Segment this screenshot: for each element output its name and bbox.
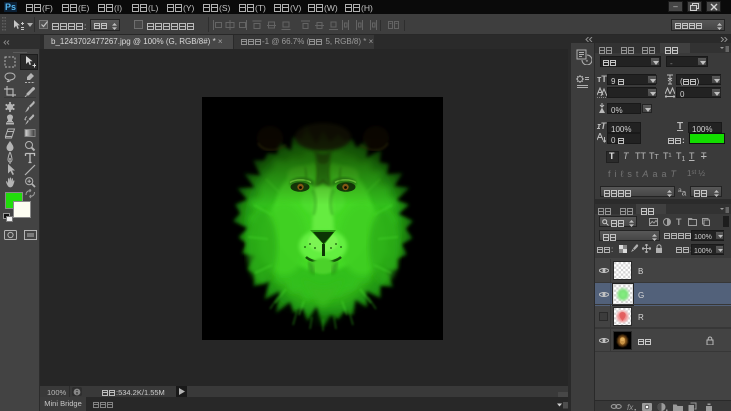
svg-text:fx: fx bbox=[627, 403, 634, 411]
